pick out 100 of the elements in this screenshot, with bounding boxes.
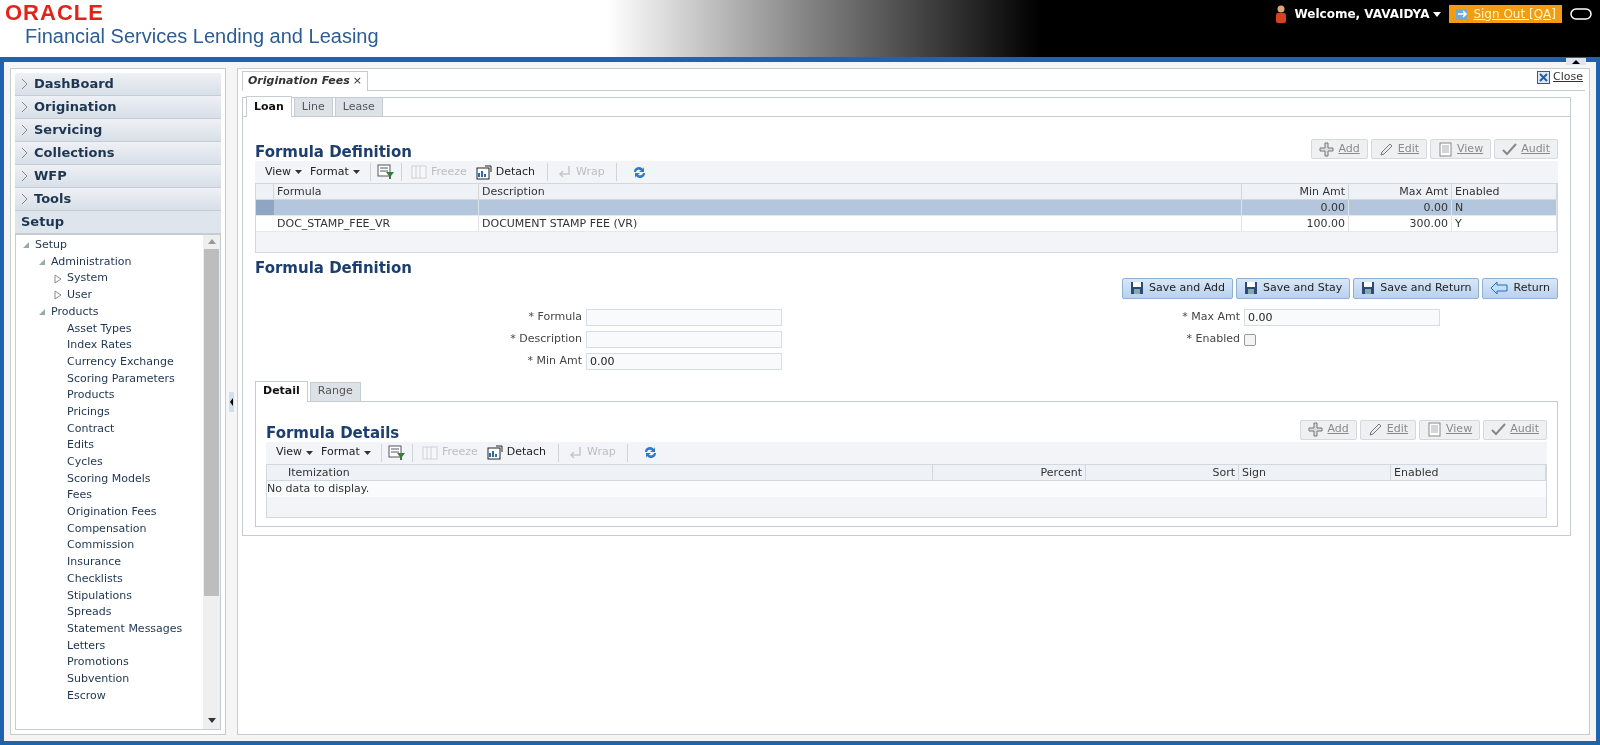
tree-item[interactable]: Products	[67, 387, 115, 404]
close-link[interactable]: Close	[1537, 69, 1583, 86]
column-header[interactable]: Min Amt	[1242, 184, 1349, 199]
tree-item[interactable]: System	[67, 270, 109, 287]
column-header[interactable]: Percent	[933, 464, 1086, 480]
chevron-right-icon	[21, 78, 28, 90]
audit-icon	[1502, 141, 1518, 157]
table-row[interactable]: 0.00 0.00 N	[256, 200, 1557, 216]
accordion-header[interactable]: Setup	[15, 211, 221, 234]
input-field[interactable]: 0.00	[586, 353, 782, 370]
tree-item[interactable]: Stipulations	[67, 587, 132, 605]
caret-icon	[1433, 11, 1442, 17]
save-button[interactable]: Save and Stay	[1236, 277, 1351, 299]
field-label: * Enabled	[1185, 331, 1240, 348]
tree-item[interactable]: Insurance	[67, 554, 121, 571]
tree-item[interactable]: Letters	[67, 637, 106, 655]
tree-item[interactable]: Compensation	[67, 520, 147, 538]
save-button[interactable]: Save and Return	[1353, 277, 1480, 299]
tab[interactable]: Lease	[334, 97, 383, 116]
accordion-header[interactable]: DashBoard	[15, 73, 221, 96]
tab[interactable]: Loan	[246, 96, 292, 117]
wrap-icon	[557, 165, 573, 179]
tab[interactable]: Detail	[255, 380, 308, 402]
section-heading: Formula Definition	[255, 258, 412, 279]
tree-item[interactable]: Origination Fees	[67, 504, 157, 521]
tree-item[interactable]: Statement Messages	[67, 620, 183, 638]
add-icon	[1319, 141, 1335, 157]
field-label: * Formula	[527, 309, 582, 326]
tree-item[interactable]: Contract	[67, 420, 115, 438]
scroll-down-icon[interactable]	[207, 718, 216, 723]
column-header[interactable]: Max Amt	[1349, 184, 1452, 199]
accordion-header[interactable]: Collections	[15, 142, 221, 165]
chevron-right-icon	[21, 193, 28, 205]
accordion-header[interactable]: Tools	[15, 188, 221, 211]
tree-item[interactable]: Products	[51, 303, 99, 321]
close-icon	[1537, 70, 1551, 84]
table-cell: DOC_STAMP_FEE_VR	[274, 216, 479, 231]
tree-item[interactable]: Scoring Parameters	[67, 370, 175, 388]
tree-item[interactable]: Administration	[51, 253, 132, 271]
accordion-header[interactable]: WFP	[15, 165, 221, 188]
column-header[interactable]: Enabled	[1452, 184, 1557, 199]
detach-button[interactable]: Detach	[480, 444, 553, 461]
scroll-up-icon[interactable]	[207, 239, 216, 244]
input-field[interactable]	[586, 309, 782, 326]
section-heading: Formula Details	[266, 423, 400, 442]
column-header[interactable]: Sign	[1239, 464, 1391, 480]
tree-item[interactable]: Scoring Models	[67, 470, 151, 488]
menu-button[interactable]: View	[272, 444, 318, 461]
table-cell: 0.00	[1242, 200, 1349, 215]
tree-item[interactable]: Cycles	[67, 454, 103, 471]
caret-icon	[363, 450, 371, 455]
menu-button[interactable]: Format	[317, 444, 375, 461]
column-header[interactable]: Description	[479, 184, 1242, 199]
tree-item[interactable]: Currency Exchange	[67, 353, 174, 371]
input-field[interactable]	[586, 331, 782, 348]
tab[interactable]: Range	[309, 381, 361, 401]
tab[interactable]: Line	[293, 97, 333, 116]
tree-item[interactable]: Index Rates	[67, 337, 132, 354]
tree-item[interactable]: Fees	[67, 487, 92, 504]
accordion-header[interactable]: Servicing	[15, 119, 221, 142]
tree-item[interactable]: Setup	[35, 237, 68, 254]
tree-item[interactable]: Subvention	[67, 670, 130, 688]
detach-button[interactable]: Detach	[469, 163, 542, 181]
checkbox[interactable]	[1244, 333, 1256, 346]
column-header[interactable]: Sort	[1086, 464, 1239, 480]
tree-item[interactable]: Promotions	[67, 654, 129, 671]
chevron-right-icon	[21, 147, 28, 159]
tree-item[interactable]: Checklists	[67, 570, 123, 588]
field-label: * Description	[509, 331, 582, 348]
column-header[interactable]: Enabled	[1391, 464, 1546, 480]
filter-icon[interactable]	[387, 444, 406, 461]
tree-item[interactable]: Asset Types	[67, 320, 132, 338]
tree-item[interactable]: Spreads	[67, 604, 112, 621]
chevron-right-icon	[21, 101, 28, 113]
accordion-header[interactable]: Origination	[15, 96, 221, 119]
filter-icon[interactable]	[376, 164, 395, 180]
input-field[interactable]: 0.00	[1244, 309, 1440, 326]
scrollbar[interactable]	[203, 235, 220, 729]
column-header[interactable]: Itemization	[285, 464, 933, 480]
oracle-logo: ORACLE	[5, 2, 105, 24]
columns-icon	[410, 165, 427, 179]
collapse-header-icon[interactable]	[1566, 58, 1586, 65]
save-button[interactable]: Save and Add	[1122, 277, 1234, 299]
scroll-thumb[interactable]	[204, 249, 219, 596]
collapse-panel-icon[interactable]	[229, 391, 234, 412]
tree-item[interactable]: User	[67, 287, 93, 304]
menu-button[interactable]: View	[261, 163, 307, 181]
table-row[interactable]: DOC_STAMP_FEE_VR DOCUMENT STAMP FEE (VR) 100.00 300.00 Y	[256, 216, 1557, 232]
column-header[interactable]: Formula	[274, 184, 479, 199]
section-heading: Formula Definition	[255, 143, 412, 161]
tree-item[interactable]: Escrow	[67, 687, 106, 705]
page-tab[interactable]: Origination Fees ×	[242, 71, 369, 91]
menu-button[interactable]: Format	[306, 163, 364, 181]
welcome-menu[interactable]: Welcome, VAVAIDYA	[1294, 5, 1442, 23]
tree-item[interactable]: Commission	[67, 537, 135, 554]
tree-item[interactable]: Edits	[67, 437, 95, 454]
table-cell: N	[1452, 200, 1557, 215]
tab-close[interactable]: ×	[352, 73, 363, 90]
return-button[interactable]: Return	[1482, 277, 1558, 299]
tree-item[interactable]: Pricings	[67, 403, 110, 421]
